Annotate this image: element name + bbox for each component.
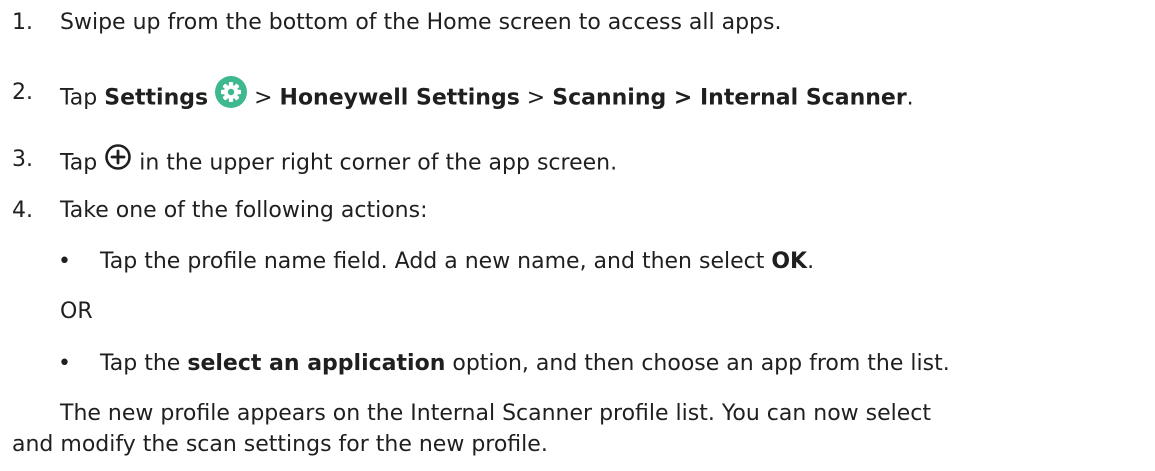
select-application-label: select an application (187, 351, 446, 376)
option-text: Tap the select an application option, an… (100, 349, 950, 379)
step-text: Take one of the following actions: (60, 198, 428, 223)
step-number: 2. (12, 80, 33, 105)
step-number: 4. (12, 198, 33, 223)
option-2-rest: option, and then choose an app from the … (445, 351, 950, 376)
period: . (807, 249, 815, 274)
settings-gear-icon (215, 76, 248, 117)
option-2-text: Tap the (100, 351, 188, 376)
option-1-text: Tap the profile name field. Add a new na… (100, 249, 772, 274)
option-text: Tap the profile name field. Add a new na… (100, 247, 814, 277)
bullet: • (58, 351, 71, 376)
step-number: 1. (12, 10, 33, 35)
ok-label: OK (771, 249, 808, 274)
separator: > (247, 85, 280, 111)
settings-label: Settings (104, 85, 209, 111)
step-text: Tap Settings > Honeywell Settings > Scan… (60, 76, 914, 119)
step-3-rest: in the upper right corner of the app scr… (132, 150, 618, 176)
add-circle-icon (104, 143, 132, 180)
result-text: The new profile appears on the Internal … (60, 401, 932, 426)
scanner-path-label: Scanning > Internal Scanner (552, 85, 907, 111)
step-text: Tap in the upper right corner of the app… (60, 143, 618, 182)
bullet: • (58, 249, 71, 274)
step-3-tap: Tap (60, 150, 105, 176)
period: . (906, 85, 914, 111)
or-text: OR (60, 299, 93, 324)
step-number: 3. (12, 147, 33, 172)
honeywell-settings-label: Honeywell Settings (279, 85, 520, 111)
result-text: and modify the scan settings for the new… (12, 432, 548, 457)
separator: > (519, 85, 553, 111)
step-text: Swipe up from the bottom of the Home scr… (60, 10, 782, 35)
step-2-tap: Tap (60, 85, 105, 111)
